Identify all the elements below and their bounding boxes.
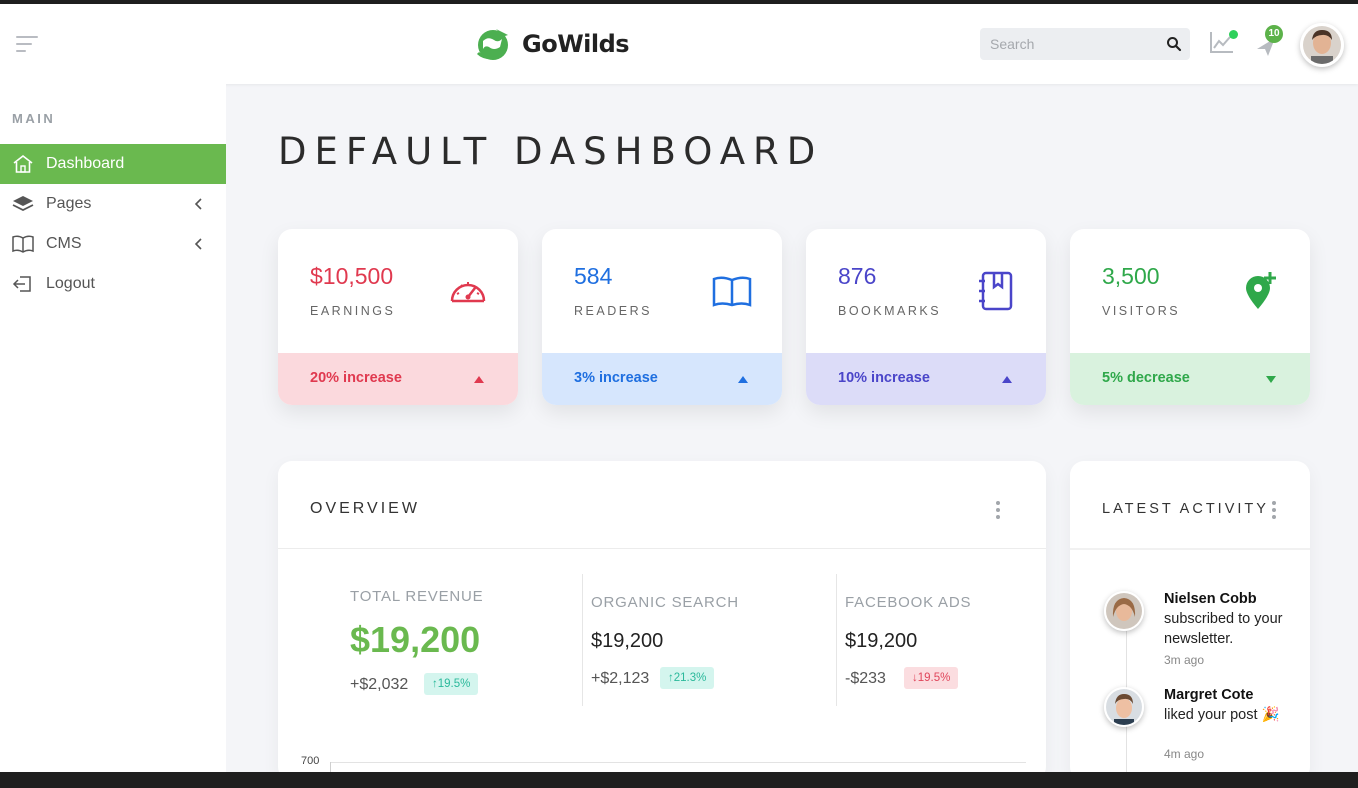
organic-search-badge: ↑21.3% (660, 667, 715, 689)
triangle-up-icon (738, 376, 748, 383)
total-revenue-delta: +$2,032 (350, 676, 409, 693)
facebook-ads-delta: -$233 (845, 670, 886, 687)
chart-gridline (330, 762, 1026, 763)
facebook-ads-title: FACEBOOK ADS (845, 594, 972, 611)
brand-logo[interactable]: GoWilds (474, 24, 630, 64)
stat-label: BOOKMARKS (838, 304, 942, 318)
stat-footer: 5% decrease (1070, 353, 1310, 405)
activity-avatar (1104, 687, 1144, 727)
triangle-up-icon (1002, 376, 1012, 383)
activity-title: LATEST ACTIVITY (1102, 501, 1269, 517)
activity-user-name: Margret Cote (1164, 687, 1254, 703)
organic-search-value: $19,200 (591, 630, 664, 652)
stat-label: EARNINGS (310, 304, 396, 318)
panel-divider (278, 548, 1046, 549)
notification-count-badge: 10 (1265, 25, 1283, 43)
sidebar-item-label: Pages (46, 195, 92, 212)
online-dot (1229, 30, 1238, 39)
total-revenue-value: $19,200 (350, 619, 481, 660)
more-options-icon[interactable] (1271, 501, 1277, 519)
bookmark-notebook-icon (979, 271, 1013, 311)
page-title: DEFAULT DASHBOARD (278, 130, 824, 173)
stat-label: READERS (574, 304, 652, 318)
sidebar-item-label: Dashboard (46, 155, 125, 172)
facebook-ads-value: $19,200 (845, 630, 918, 652)
activity-text: liked your post 🎉 (1164, 707, 1280, 723)
top-header: GoWilds 10 (0, 4, 1358, 84)
activity-user-name: Nielsen Cobb (1164, 591, 1257, 607)
triangle-down-icon (1266, 376, 1276, 383)
book-icon (712, 276, 752, 307)
stat-footer: 20% increase (278, 353, 518, 405)
sidebar-item-label: Logout (46, 275, 95, 292)
activity-avatar (1104, 591, 1144, 631)
sidebar-item-logout[interactable]: Logout (0, 264, 226, 304)
organic-search-delta: +$2,123 (591, 670, 650, 687)
stat-card-bookmarks[interactable]: 876 BOOKMARKS 10% increase (806, 229, 1046, 405)
home-icon (13, 154, 33, 173)
trending-chart-button[interactable] (1209, 30, 1238, 56)
stat-footer-text: 5% decrease (1102, 370, 1190, 386)
organic-search-title: ORGANIC SEARCH (591, 594, 739, 611)
stat-footer-text: 20% increase (310, 370, 402, 386)
speedometer-icon (450, 282, 486, 303)
sidebar: MAIN Dashboard Pages CMS Logout (0, 84, 226, 772)
logout-icon (12, 276, 31, 292)
triangle-up-icon (474, 376, 484, 383)
globe-plane-logo-icon (476, 29, 508, 60)
user-avatar[interactable] (1300, 23, 1344, 67)
stat-card-readers[interactable]: 584 READERS 3% increase (542, 229, 782, 405)
chevron-left-icon (194, 238, 202, 250)
sidebar-item-label: CMS (46, 235, 82, 252)
panel-divider (1070, 548, 1310, 550)
stat-card-earnings[interactable]: $10,500 EARNINGS 20% increase (278, 229, 518, 405)
search-input[interactable] (980, 28, 1160, 60)
metric-separator (836, 574, 837, 706)
more-options-icon[interactable] (995, 501, 1001, 519)
stat-footer-text: 3% increase (574, 370, 658, 386)
layers-icon (12, 196, 34, 212)
activity-time: 3m ago (1164, 653, 1205, 667)
user-avatar-image (1303, 26, 1341, 64)
metric-separator (582, 574, 583, 706)
stat-value: 584 (574, 263, 613, 289)
facebook-ads-badge: ↓19.5% (904, 667, 959, 689)
chart-y-tick: 700 (301, 755, 320, 767)
overview-title: OVERVIEW (310, 500, 420, 517)
notifications-button[interactable]: 10 (1254, 25, 1284, 58)
stat-footer: 10% increase (806, 353, 1046, 405)
chevron-left-icon (194, 198, 202, 210)
location-add-icon (1246, 272, 1276, 309)
stat-footer: 3% increase (542, 353, 782, 405)
total-revenue-badge: ↑19.5% (424, 673, 479, 695)
overview-panel: OVERVIEW TOTAL REVENUE $19,200 +$2,032 ↑… (278, 461, 1046, 781)
menu-icon[interactable] (16, 36, 38, 52)
total-revenue-title: TOTAL REVENUE (350, 588, 484, 605)
sidebar-section-title: MAIN (12, 111, 56, 126)
sidebar-item-dashboard[interactable]: Dashboard (0, 144, 226, 184)
sidebar-item-pages[interactable]: Pages (0, 184, 226, 224)
activity-time: 4m ago (1164, 747, 1205, 761)
stat-value: $10,500 (310, 263, 394, 289)
brand-name: GoWilds (522, 30, 630, 58)
stat-card-visitors[interactable]: 3,500 VISITORS 5% decrease (1070, 229, 1310, 405)
stat-footer-text: 10% increase (838, 370, 930, 386)
latest-activity-panel: LATEST ACTIVITY Nielsen Cobb subscribed … (1070, 461, 1310, 781)
search-box (980, 28, 1190, 60)
book-open-icon (12, 235, 34, 253)
activity-text: subscribed to your newsletter. (1164, 611, 1283, 647)
sidebar-item-cms[interactable]: CMS (0, 224, 226, 264)
stat-value: 3,500 (1102, 263, 1160, 289)
stat-value: 876 (838, 263, 877, 289)
search-icon[interactable] (1166, 36, 1182, 52)
window-bottom-edge (0, 772, 1358, 788)
stat-label: VISITORS (1102, 304, 1181, 318)
